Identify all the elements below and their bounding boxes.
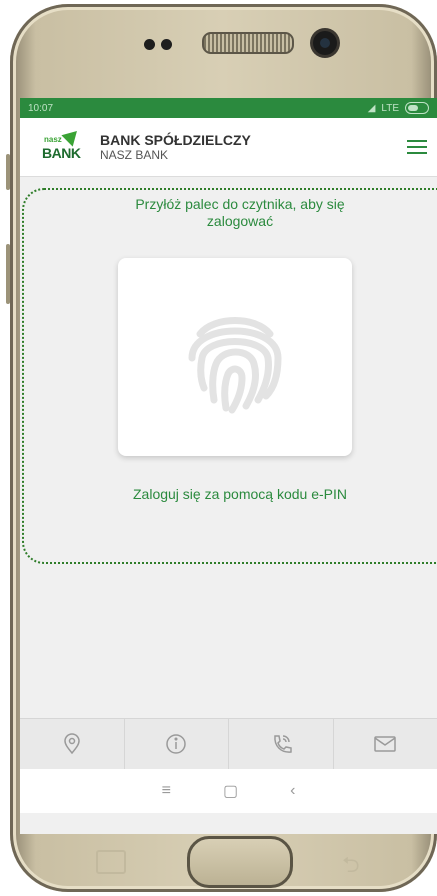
phone-home-key (187, 836, 293, 888)
phone-volume-button (6, 154, 10, 190)
system-nav-bar: ≡ ▢ ‹ (20, 769, 437, 813)
bank-subname: NASZ BANK (100, 148, 169, 162)
phone-sensors (144, 37, 184, 50)
front-camera (313, 31, 337, 55)
fingerprint-card[interactable] (118, 258, 352, 456)
phone-screen: 10:07 ◢ LTE nasz BANK BANK SPÓŁDZIELCZY … (20, 98, 437, 834)
epin-login-link[interactable]: Zaloguj się za pomocą kodu e-PIN (90, 486, 390, 502)
bank-name: BANK SPÓŁDZIELCZY (100, 132, 251, 148)
bottom-nav (20, 718, 437, 769)
system-menu-button[interactable]: ≡ (162, 782, 171, 800)
system-back-button[interactable]: ‹ (290, 782, 295, 800)
fingerprint-prompt: Przyłóż palec do czytnika, aby się zalog… (135, 196, 345, 229)
app-header: nasz BANK BANK SPÓŁDZIELCZY NASZ BANK (20, 118, 437, 177)
mail-icon (374, 736, 396, 752)
status-time: 10:07 (28, 102, 54, 114)
network-type: LTE (381, 102, 399, 114)
fingerprint-icon (188, 317, 282, 414)
phone-back-key-icon: ⮌ (342, 852, 360, 877)
bottom-nav-info[interactable] (125, 719, 229, 769)
phone-recent-apps-key (96, 850, 126, 874)
location-icon (63, 733, 80, 755)
battery-icon (405, 102, 429, 114)
info-icon (166, 734, 186, 754)
signal-icon: ◢ (367, 102, 376, 114)
bottom-nav-location[interactable] (20, 719, 125, 769)
bank-logo: nasz BANK (40, 125, 90, 165)
phone-speaker (202, 32, 294, 54)
phone-icon (273, 735, 292, 753)
logo-arrow-icon (61, 125, 83, 147)
bottom-nav-mail[interactable] (334, 719, 437, 769)
system-home-button[interactable]: ▢ (223, 781, 238, 801)
status-bar: 10:07 ◢ LTE (20, 98, 437, 118)
phone-volume-down-button (6, 244, 10, 304)
hamburger-icon[interactable] (407, 140, 427, 154)
bottom-nav-phone[interactable] (229, 719, 334, 769)
